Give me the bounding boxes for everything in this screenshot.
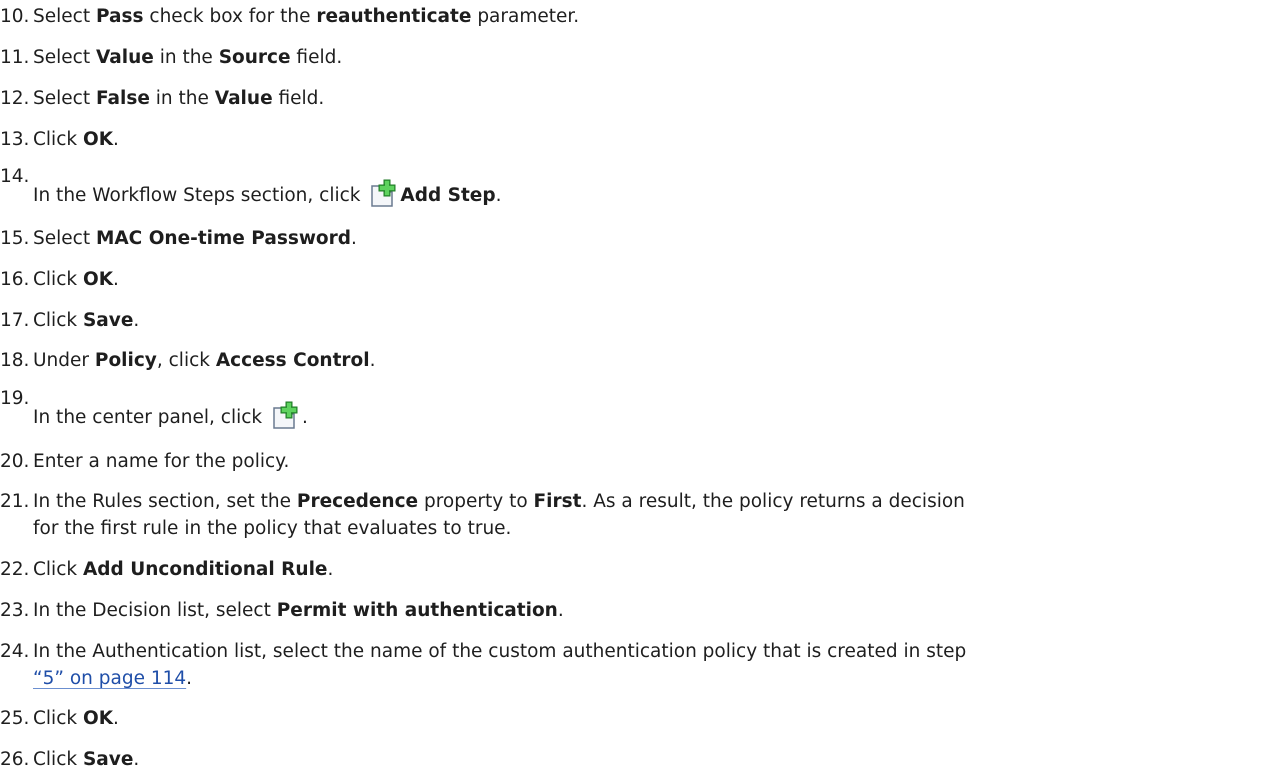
page-reference-link[interactable]: “5” on page 114	[33, 668, 186, 689]
text: .	[113, 708, 119, 729]
ui-term: Source	[218, 47, 291, 68]
ui-term: Value	[214, 88, 273, 109]
ui-term: Save	[82, 310, 134, 331]
ui-term: Access Control	[215, 350, 370, 371]
text: Select	[33, 47, 96, 68]
text: Under	[33, 350, 95, 371]
ui-term: Policy	[94, 350, 157, 371]
text: In the Decision list, select	[33, 600, 277, 621]
add-document-icon	[371, 179, 396, 207]
step-text: Enter a name for the policy.	[33, 451, 290, 472]
text: Click	[33, 310, 83, 331]
step-text: Select Value in the Source field.	[0, 46, 342, 70]
text: .	[369, 350, 376, 371]
text: property to	[418, 491, 534, 512]
step-text: Click OK.	[0, 128, 119, 152]
step-text: Click OK.	[0, 268, 119, 292]
ui-term: Precedence	[296, 491, 419, 512]
text: .	[327, 559, 334, 580]
text: , click	[156, 350, 216, 371]
text: .	[351, 228, 357, 249]
ui-term: Add Step	[400, 185, 496, 206]
text: . As a result, the policy returns a deci…	[581, 491, 965, 512]
ui-term: Pass	[95, 6, 144, 27]
text: Click	[33, 708, 83, 729]
text: Click	[33, 559, 83, 580]
text: parameter.	[471, 6, 580, 27]
text: .	[133, 310, 140, 331]
text: In the Rules section, set the	[33, 491, 297, 512]
text: Click	[33, 749, 83, 770]
ui-term: Save	[82, 749, 134, 770]
step-24: 24. In the Authentication list, select t…	[0, 640, 1261, 696]
text: Select	[33, 228, 96, 249]
text: .	[302, 407, 308, 428]
text: in the	[149, 88, 215, 109]
text: .	[186, 668, 193, 689]
text: .	[495, 185, 502, 206]
step-21: 21. In the Rules section, set the Preced…	[0, 490, 1261, 542]
text: .	[113, 269, 119, 290]
text: .	[133, 749, 140, 770]
step-text: Click Save.	[0, 309, 139, 333]
step-text: Select Pass check box for the reauthenti…	[0, 5, 579, 29]
step-text: Click Add Unconditional Rule.	[0, 558, 333, 582]
ui-term: OK	[82, 708, 114, 729]
text: In the Workflow Steps section, click	[33, 185, 367, 206]
ui-term: reauthenticate	[316, 6, 472, 27]
text: in the	[153, 47, 219, 68]
step-text-line2: for the first rule in the policy that ev…	[33, 518, 512, 539]
ui-term: OK	[82, 269, 114, 290]
text: .	[557, 600, 564, 621]
ui-term: First	[533, 491, 582, 512]
text: Select	[33, 88, 96, 109]
text: field.	[290, 47, 343, 68]
document-page: 10. Select Pass check box for the reauth…	[0, 0, 1261, 779]
ui-term: MAC One-time Password	[95, 228, 352, 249]
text: Select	[33, 6, 96, 27]
text: Click	[33, 129, 83, 150]
step-text: Click OK.	[0, 707, 119, 731]
step-text: In the Rules section, set the Precedence…	[0, 490, 965, 514]
ui-term: Value	[95, 47, 154, 68]
ui-term: Add Unconditional Rule	[82, 559, 328, 580]
step-text: Select MAC One-time Password.	[0, 227, 357, 251]
text: check box for the	[143, 6, 317, 27]
ui-term: OK	[82, 129, 114, 150]
text: Click	[33, 269, 83, 290]
ui-term: Permit with authentication	[276, 600, 558, 621]
ui-term: False	[95, 88, 150, 109]
text: .	[113, 129, 119, 150]
step-text: Select False in the Value field.	[0, 87, 324, 111]
text: field.	[272, 88, 325, 109]
step-text-line2: “5” on page 114.	[0, 667, 192, 691]
step-text: In the center panel, click .	[0, 401, 308, 431]
step-text: Click Save.	[0, 748, 139, 772]
step-text: Under Policy, click Access Control.	[0, 349, 376, 373]
step-text: In the Workflow Steps section, click Add…	[0, 179, 501, 209]
step-text: In the Authentication list, select the n…	[33, 641, 967, 662]
step-text: In the Decision list, select Permit with…	[0, 599, 564, 623]
add-document-icon	[273, 401, 298, 429]
text: In the center panel, click	[33, 407, 269, 428]
